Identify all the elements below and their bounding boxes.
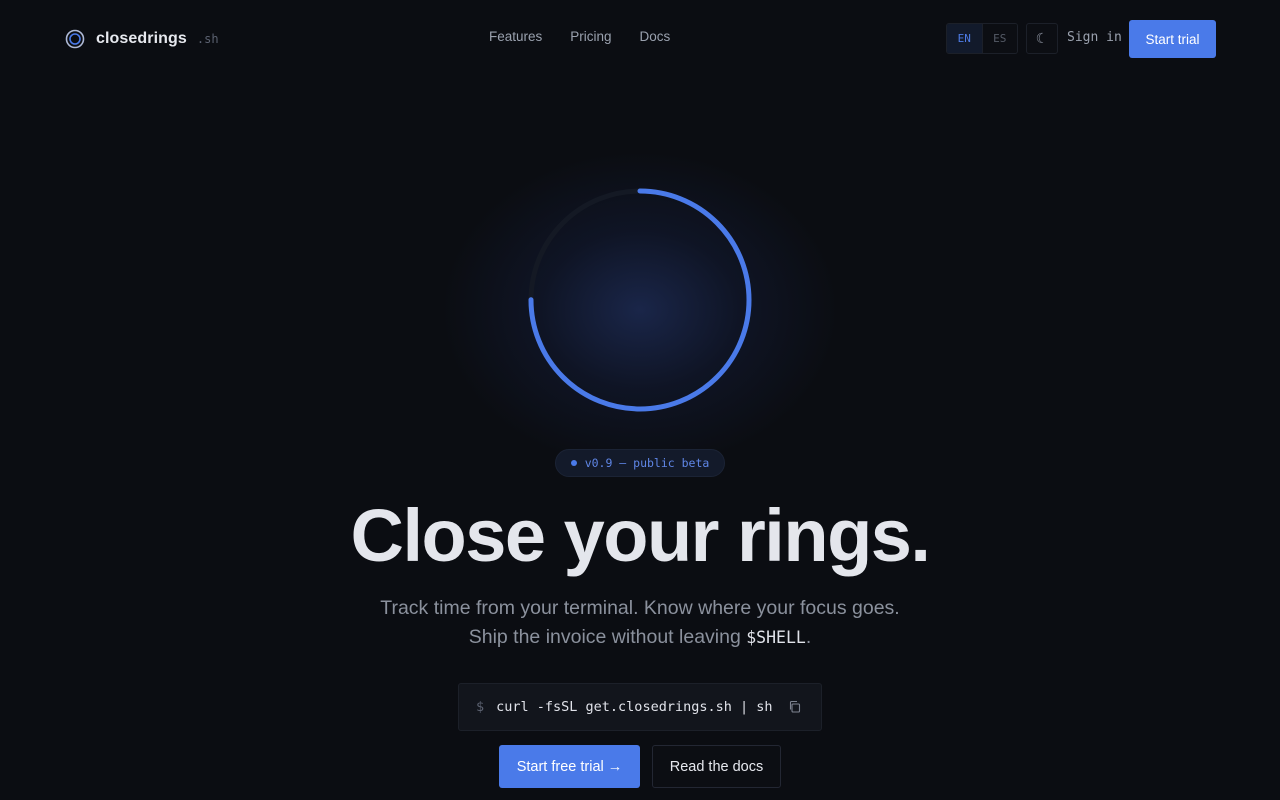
version-badge: v0.9 — public beta bbox=[555, 449, 725, 477]
version-badge-label: v0.9 — public beta bbox=[584, 456, 710, 470]
language-option-es[interactable]: ES bbox=[981, 24, 1017, 53]
brand-suffix: .sh bbox=[196, 32, 219, 46]
copy-icon[interactable] bbox=[788, 700, 802, 714]
language-switcher: EN ES bbox=[946, 23, 1018, 54]
site-header: closedrings .sh Features Pricing Docs EN… bbox=[0, 0, 1280, 76]
start-free-trial-button[interactable]: Start free trial → bbox=[499, 745, 640, 788]
nav-features[interactable]: Features bbox=[489, 29, 542, 44]
subline-line-2: Ship the invoice without leaving $SHELL. bbox=[0, 623, 1280, 652]
hero-subline: Track time from your terminal. Know wher… bbox=[0, 594, 1280, 652]
status-dot bbox=[570, 460, 577, 466]
shell-variable: $SHELL bbox=[746, 628, 806, 647]
subline-suffix: . bbox=[805, 626, 812, 648]
nav-pricing[interactable]: Pricing bbox=[570, 29, 611, 44]
moon-icon: ☾ bbox=[1035, 30, 1049, 46]
landing-page: closedrings .sh Features Pricing Docs EN… bbox=[0, 0, 1280, 800]
start-trial-button[interactable]: Start trial bbox=[1129, 20, 1216, 58]
subline-prefix: Ship the invoice without leaving bbox=[468, 626, 747, 648]
subline-line-1: Track time from your terminal. Know wher… bbox=[380, 597, 900, 619]
brand[interactable]: closedrings .sh bbox=[64, 28, 219, 50]
progress-ring bbox=[528, 188, 752, 412]
install-command-box: $ curl -fsSL get.closedrings.sh | sh bbox=[458, 683, 822, 731]
brand-name: closedrings bbox=[96, 30, 187, 47]
language-option-en[interactable]: EN bbox=[947, 24, 982, 53]
nav-docs[interactable]: Docs bbox=[640, 29, 671, 44]
theme-toggle-button[interactable]: ☾ bbox=[1026, 23, 1058, 54]
sign-in-link[interactable]: Sign in bbox=[1067, 30, 1122, 45]
hero-headline: Close your rings. bbox=[350, 494, 931, 577]
install-command: curl -fsSL get.closedrings.sh | sh bbox=[496, 699, 773, 715]
shell-prompt: $ bbox=[476, 699, 485, 715]
ring-logo-icon bbox=[64, 28, 86, 50]
read-docs-button[interactable]: Read the docs bbox=[652, 745, 781, 788]
main-nav: Features Pricing Docs bbox=[489, 29, 670, 44]
